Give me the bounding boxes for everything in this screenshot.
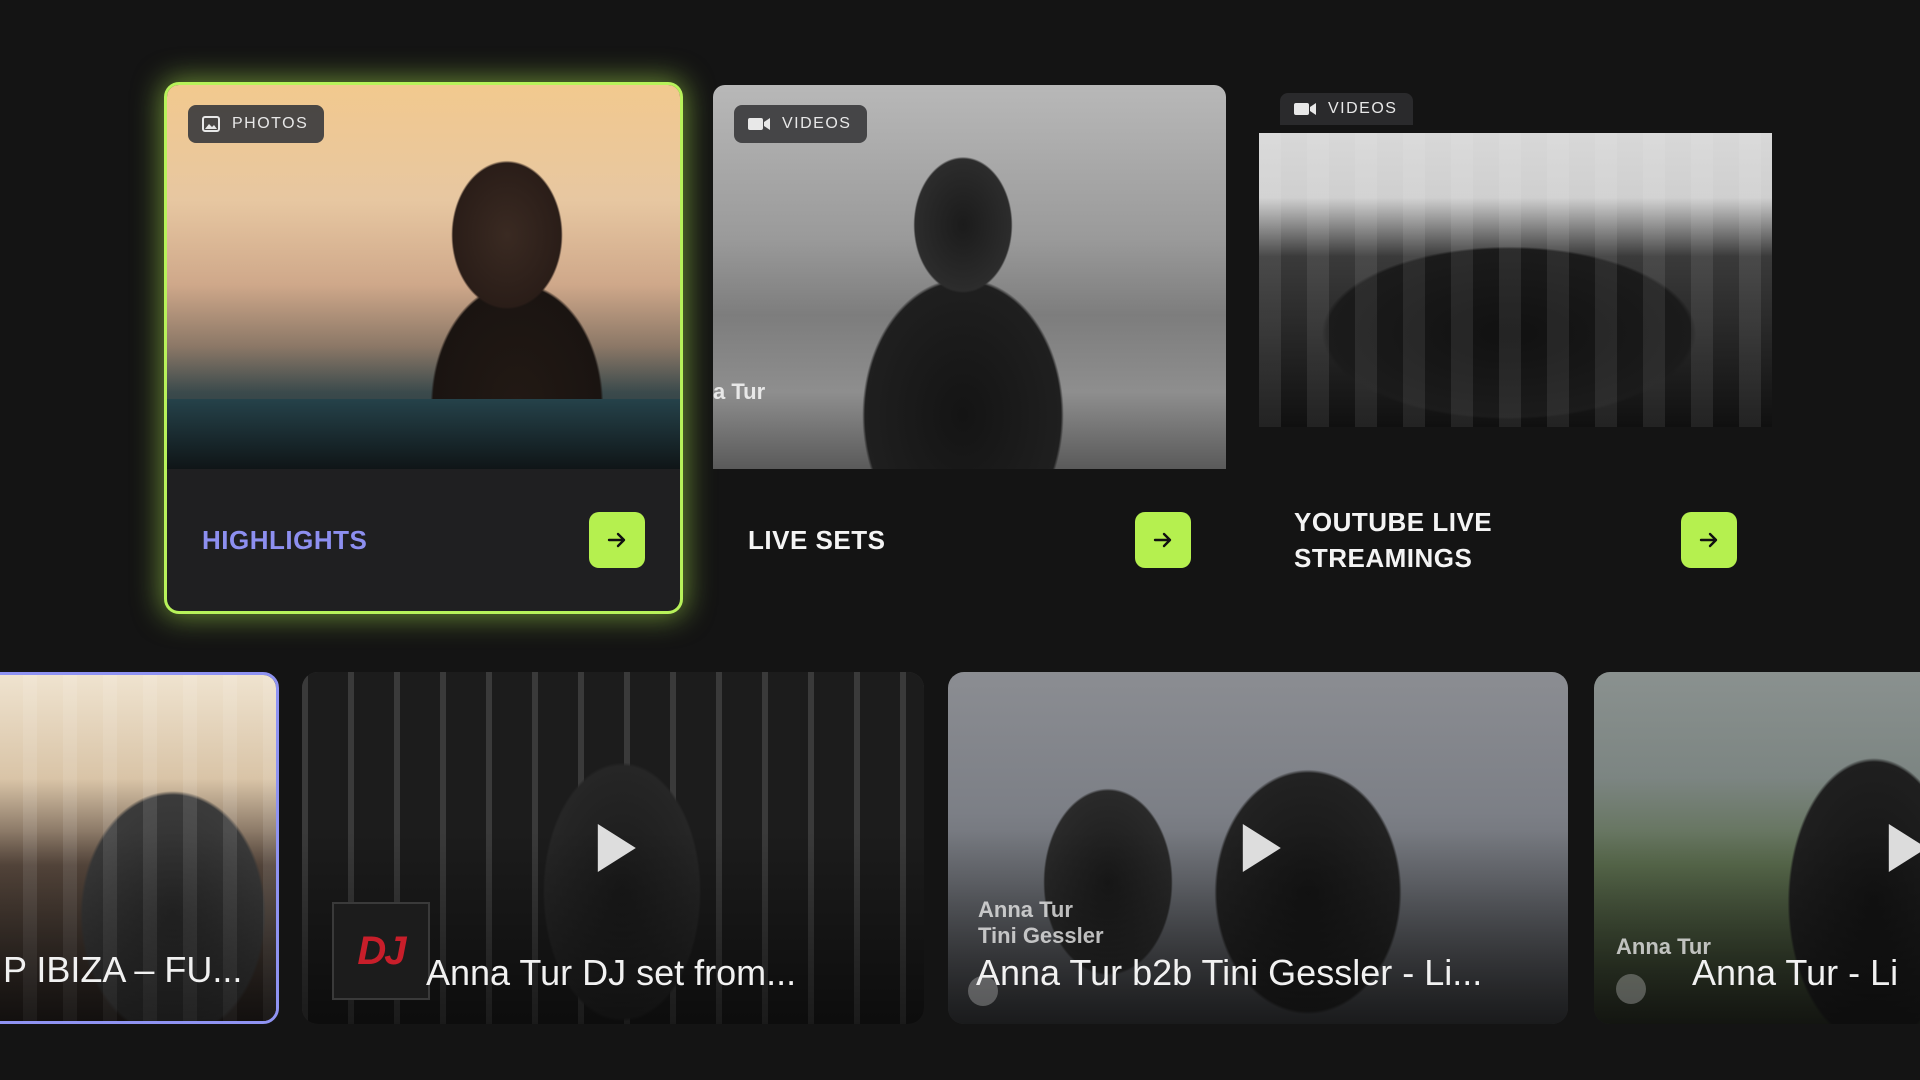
card-badge: VIDEOS — [1280, 93, 1414, 125]
open-youtube-live-streamings-button[interactable] — [1681, 512, 1737, 568]
video-camera-icon — [1294, 103, 1316, 115]
open-highlights-button[interactable] — [589, 512, 645, 568]
image-overlay-text: a Tur — [713, 379, 766, 404]
play-icon — [1242, 824, 1281, 872]
play-icon — [597, 824, 636, 872]
badge-label: PHOTOS — [232, 115, 309, 132]
arrow-right-icon — [1153, 532, 1172, 548]
category-card-highlights[interactable]: PHOTOS HIGHLIGHTS — [167, 85, 680, 611]
arrow-right-icon — [607, 532, 626, 548]
card-badge: PHOTOS — [188, 105, 325, 143]
card-badge: VIDEOS — [734, 105, 868, 143]
video-card[interactable]: DJ Anna Tur DJ set from... — [302, 672, 924, 1024]
badge-label: VIDEOS — [1328, 100, 1398, 117]
category-card-live-sets[interactable]: a Tur VIDEOS LIVE SETS — [713, 85, 1226, 611]
card-image — [1259, 133, 1772, 427]
video-camera-icon — [748, 118, 770, 130]
overlay-line: Anna Tur — [978, 897, 1073, 922]
arrow-right-icon — [1699, 532, 1718, 548]
video-title: Anna Tur - Li — [1692, 952, 1899, 993]
play-icon — [1888, 824, 1920, 872]
video-card[interactable]: Anna Tur Tini Gessler Anna Tur b2b Tini … — [948, 672, 1568, 1024]
video-card[interactable]: P IBIZA – FU... — [0, 672, 279, 1024]
video-card[interactable]: Anna Tur Anna Tur - Li — [1594, 672, 1920, 1024]
video-overlay-caption: Anna Tur Tini Gessler — [978, 897, 1104, 949]
card-title: LIVE SETS — [748, 525, 886, 555]
open-live-sets-button[interactable] — [1135, 512, 1191, 568]
category-card-youtube-live-streamings[interactable]: VIDEOS YOUTUBE LIVE STREAMINGS — [1259, 85, 1772, 611]
overlay-line: Tini Gessler — [978, 923, 1104, 948]
image-icon — [202, 116, 220, 132]
channel-icon — [1616, 974, 1646, 1004]
badge-label: VIDEOS — [782, 115, 852, 132]
dj-mag-logo: DJ — [332, 902, 430, 1000]
video-title: P IBIZA – FU... — [3, 949, 243, 990]
card-title: HIGHLIGHTS — [202, 525, 368, 555]
video-title: Anna Tur DJ set from... — [426, 952, 797, 993]
video-title: Anna Tur b2b Tini Gessler - Li... — [976, 952, 1483, 993]
app-screen: PHOTOS HIGHLIGHTS a Tur VIDEOS LIVE SETS — [0, 0, 1920, 1080]
card-title: YOUTUBE LIVE STREAMINGS — [1294, 507, 1493, 573]
